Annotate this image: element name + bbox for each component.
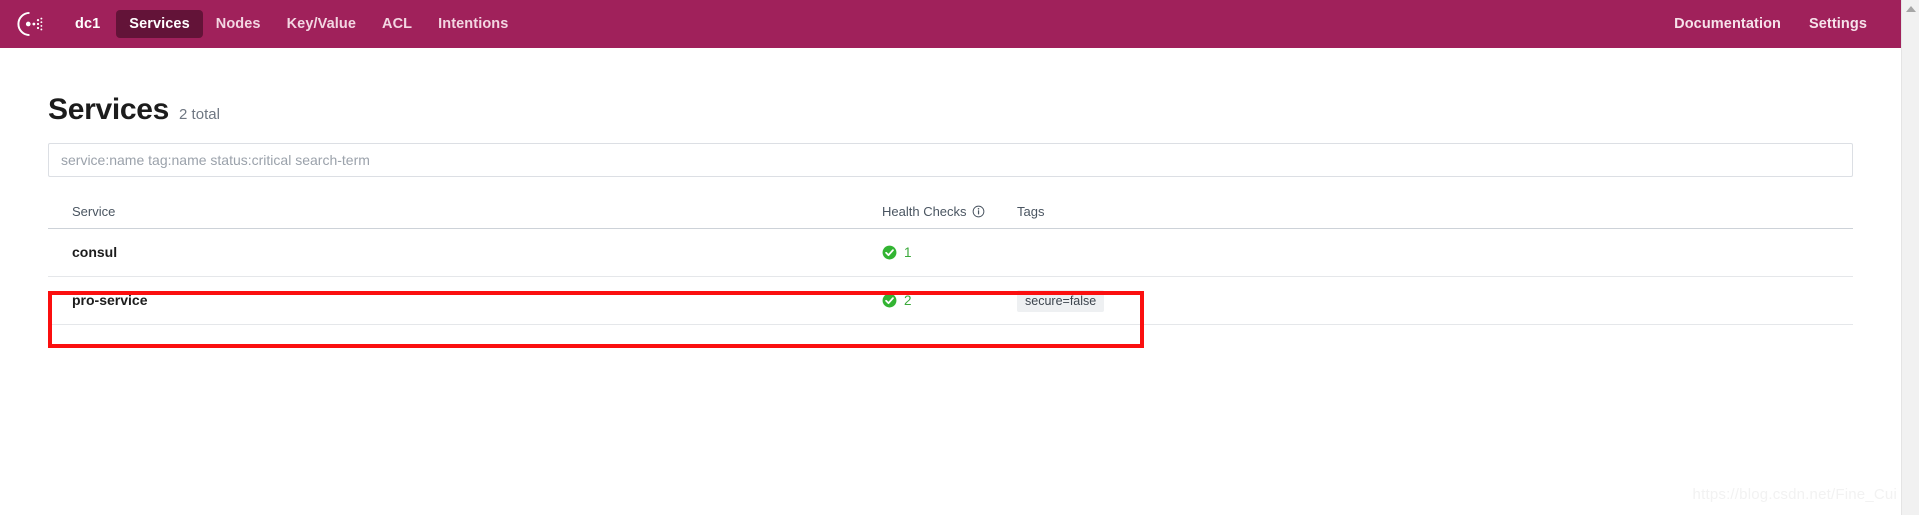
header-cell-health-checks: Health Checks (882, 204, 1017, 219)
header-label-tags: Tags (1017, 204, 1045, 219)
check-circle-icon (882, 245, 897, 260)
service-link[interactable]: consul (72, 244, 117, 260)
search-input[interactable] (48, 143, 1853, 177)
page-scrollbar[interactable] (1901, 0, 1919, 515)
nav-left-group: dc1 Services Nodes Key/Value ACL Intenti… (62, 10, 521, 38)
nav-item-intentions[interactable]: Intentions (425, 10, 521, 38)
cell-health-checks: 1 (882, 245, 1017, 260)
header-cell-tags: Tags (1017, 204, 1853, 219)
services-table: Service Health Checks Tags consul 1 pro-… (48, 195, 1853, 325)
nav-item-acl[interactable]: ACL (369, 10, 425, 38)
health-check-count: 2 (904, 293, 912, 308)
nav-item-services[interactable]: Services (116, 10, 203, 38)
page-header: Services 2 total (48, 48, 1853, 143)
header-cell-service: Service (72, 203, 882, 221)
tag-badge: secure=false (1017, 289, 1105, 312)
info-icon[interactable] (972, 205, 985, 218)
table-header-row: Service Health Checks Tags (48, 195, 1853, 229)
cell-tags: secure=false (1017, 289, 1853, 312)
table-row[interactable]: consul 1 (48, 229, 1853, 277)
page-total-count: 2 total (179, 106, 220, 123)
header-label-health-checks: Health Checks (882, 204, 967, 219)
cell-service-name[interactable]: pro-service (72, 292, 882, 310)
consul-logo-icon[interactable] (14, 9, 44, 39)
page-title: Services (48, 93, 170, 126)
nav-datacenter-selector[interactable]: dc1 (62, 10, 116, 38)
nav-right-group: Documentation Settings (1660, 10, 1901, 38)
cell-service-name[interactable]: consul (72, 244, 882, 262)
main-content: Services 2 total Service Health Checks T… (0, 48, 1901, 325)
cell-health-checks: 2 (882, 293, 1017, 308)
nav-item-nodes[interactable]: Nodes (203, 10, 274, 38)
top-navbar: dc1 Services Nodes Key/Value ACL Intenti… (0, 0, 1901, 48)
check-circle-icon (882, 293, 897, 308)
nav-item-settings[interactable]: Settings (1795, 10, 1881, 38)
header-label-service: Service (72, 203, 116, 219)
nav-item-key-value[interactable]: Key/Value (274, 10, 369, 38)
table-row[interactable]: pro-service 2 secure=false (48, 277, 1853, 325)
health-check-count: 1 (904, 245, 912, 260)
nav-item-documentation[interactable]: Documentation (1660, 10, 1795, 38)
service-link[interactable]: pro-service (72, 292, 147, 308)
scroll-up-arrow-icon[interactable] (1905, 6, 1916, 12)
watermark-text: https://blog.csdn.net/Fine_Cui (1692, 486, 1897, 503)
